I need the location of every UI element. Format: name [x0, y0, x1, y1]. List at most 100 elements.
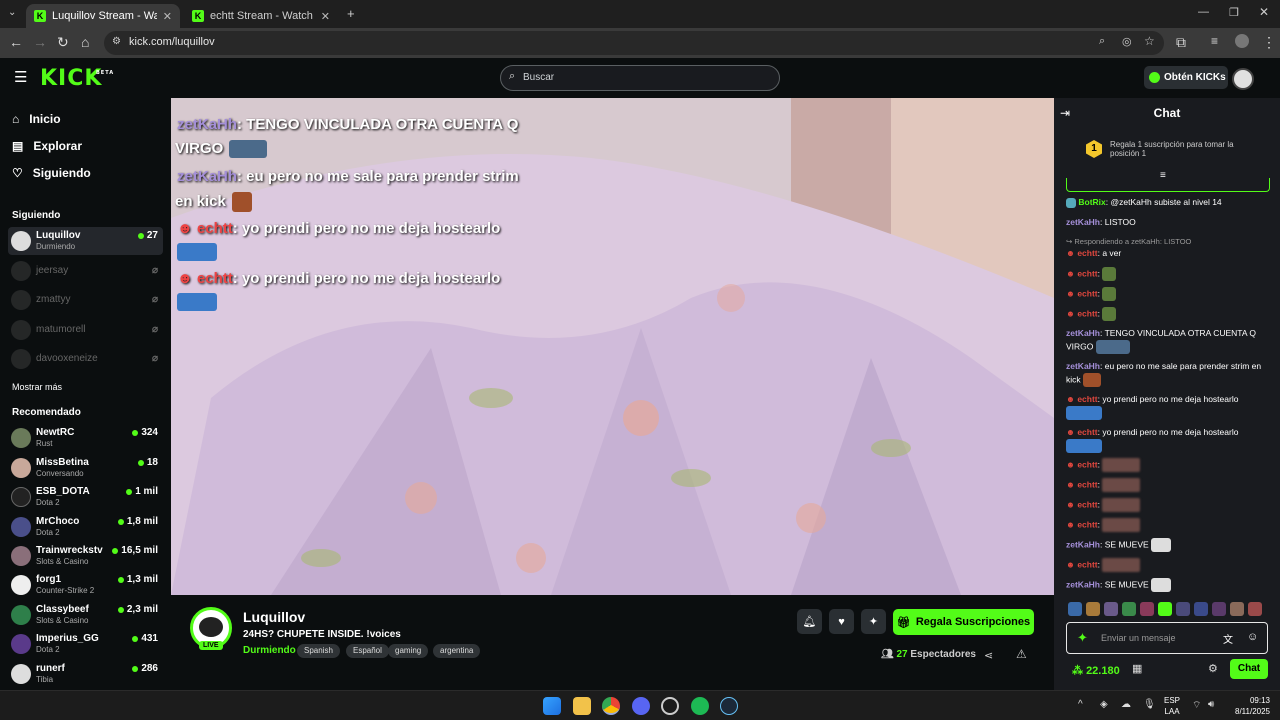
system-clock[interactable]: 09:13 8/11/2025	[1226, 695, 1270, 717]
recommended-channel[interactable]: MissBetina Conversando 18	[8, 454, 163, 482]
tab-search-icon[interactable]: ⌄	[8, 7, 16, 18]
following-channel-davooxeneize[interactable]: davooxeneize ⌀	[8, 345, 163, 373]
recommended-channel[interactable]: Trainwreckstv Slots & Casino 16,5 mil	[8, 542, 163, 570]
kicks-balance[interactable]: ⁂ 22.180	[1072, 664, 1120, 677]
nav-explorar[interactable]: ▤ Explorar	[12, 139, 82, 153]
zoom-icon[interactable]: ⌕	[1099, 35, 1105, 48]
chat-message-input[interactable]: ✦ Enviar un mensaje 文 ☺	[1066, 622, 1268, 654]
stream-category[interactable]: Durmiendo	[243, 645, 296, 656]
kick-logo[interactable]: KICK BETA	[40, 66, 113, 91]
chat-user[interactable]: echtt	[1077, 268, 1097, 278]
show-more-link[interactable]: Mostrar más	[12, 382, 62, 392]
extensions-icon[interactable]: ⧉	[1176, 34, 1186, 51]
gift-subscriptions-button[interactable]: 🎁︎ Regala Suscripciones	[893, 609, 1034, 635]
follow-button[interactable]: ♥	[829, 609, 854, 634]
recommended-channel[interactable]: MrChoco Dota 2 1,8 mil	[8, 513, 163, 541]
tracking-off-icon[interactable]: ◎	[1122, 35, 1132, 48]
emote-icon[interactable]	[1230, 602, 1244, 616]
settings-icon[interactable]: ⚙	[1208, 662, 1218, 675]
chat-user[interactable]: zetKaHh	[1066, 579, 1100, 589]
store-icon[interactable]: ▦	[1132, 662, 1142, 675]
report-icon[interactable]: ⚠	[1016, 647, 1027, 661]
minimize-icon[interactable]: —	[1198, 6, 1209, 18]
tab-echtt[interactable]: K echtt Stream - Watch Live on K ✕	[184, 4, 338, 28]
chat-user[interactable]: echtt	[1077, 459, 1097, 469]
recommended-channel[interactable]: Imperius_GG Dota 2 431	[8, 630, 163, 658]
user-avatar[interactable]	[1232, 68, 1254, 90]
search-input[interactable]: ⌕ Buscar	[500, 65, 780, 91]
chat-user[interactable]: BotRix	[1078, 197, 1105, 207]
recommended-channel[interactable]: runerf Tibia 286	[8, 660, 163, 688]
channel-name[interactable]: Luquillov	[243, 609, 305, 625]
emote-icon[interactable]	[1122, 602, 1136, 616]
chat-user[interactable]: zetKaHh	[1066, 361, 1100, 371]
recommended-channel[interactable]: ESB_DOTA Dota 2 1 mil	[8, 483, 163, 511]
microphone-icon[interactable]: 🎙︎	[1143, 699, 1156, 710]
emoji-icon[interactable]: ☺	[1247, 631, 1258, 643]
discord-icon[interactable]	[632, 697, 650, 715]
emote-icon[interactable]	[1212, 602, 1226, 616]
profile-avatar[interactable]	[1235, 34, 1249, 48]
following-channel-jeersay[interactable]: jeersay ⌀	[8, 257, 163, 285]
url-text[interactable]: kick.com/luquillov	[129, 36, 215, 48]
chat-user[interactable]: echtt	[1077, 559, 1097, 569]
share-icon[interactable]: ⋖	[984, 649, 993, 662]
onedrive-icon[interactable]: ☁	[1121, 699, 1131, 710]
emote-icon[interactable]	[1158, 602, 1172, 616]
media-control-icon[interactable]: ≡	[1211, 34, 1218, 48]
spotify-icon[interactable]	[691, 697, 709, 715]
send-chat-button[interactable]: Chat	[1230, 659, 1268, 679]
emote-icon[interactable]	[1248, 602, 1262, 616]
highlight-button[interactable]: ✦	[861, 609, 886, 634]
reload-icon[interactable]: ↻	[57, 34, 69, 51]
steam-icon[interactable]	[720, 697, 738, 715]
chat-user[interactable]: echtt	[1077, 427, 1097, 437]
restore-icon[interactable]: ❐	[1229, 6, 1239, 19]
browser-menu-icon[interactable]: ⋮	[1262, 34, 1276, 51]
close-tab-icon[interactable]: ✕	[163, 10, 172, 23]
emote-icon[interactable]	[1086, 602, 1100, 616]
settings-app-icon[interactable]	[661, 697, 679, 715]
recommended-channel[interactable]: Classybeef Slots & Casino 2,3 mil	[8, 601, 163, 629]
following-channel-matumorell[interactable]: matumorell ⌀	[8, 316, 163, 344]
file-explorer-icon[interactable]	[573, 697, 591, 715]
emote-icon[interactable]	[1104, 602, 1118, 616]
tag-espanol[interactable]: Español	[346, 644, 389, 658]
back-icon[interactable]: ←	[9, 34, 23, 50]
following-channel-luquillov[interactable]: Luquillov Durmiendo 27	[8, 227, 163, 255]
emote-icon[interactable]	[1176, 602, 1190, 616]
emote-icon[interactable]	[1194, 602, 1208, 616]
tray-app-icon[interactable]: ◈	[1100, 699, 1108, 710]
omnibox[interactable]: ⚙ kick.com/luquillov ⌕ ◎ ☆	[104, 31, 1164, 55]
start-windows-icon[interactable]	[543, 697, 561, 715]
tag-spanish[interactable]: Spanish	[297, 644, 340, 658]
notification-bell-button[interactable]: 🔔︎	[797, 609, 822, 634]
volume-icon[interactable]: 🔊︎	[1208, 699, 1214, 710]
close-window-icon[interactable]: ✕	[1259, 5, 1269, 19]
chat-user[interactable]: echtt	[1077, 288, 1097, 298]
input-language[interactable]: ESP LAA	[1160, 695, 1184, 717]
emote-icon[interactable]	[1068, 602, 1082, 616]
tag-gaming[interactable]: gaming	[388, 644, 429, 658]
translate-icon[interactable]: 文	[1223, 631, 1233, 646]
chat-user[interactable]: zetKaHh	[1066, 328, 1100, 338]
chat-user[interactable]: echtt	[1077, 394, 1097, 404]
tab-luquillov[interactable]: K Luquillov Stream - Watch Live o ✕	[26, 4, 180, 28]
nav-inicio[interactable]: ⌂ Inicio	[12, 112, 61, 126]
chat-user[interactable]: echtt	[1077, 479, 1097, 489]
bookmark-star-icon[interactable]: ☆	[1144, 34, 1155, 48]
emote-icon[interactable]	[1140, 602, 1154, 616]
chat-user[interactable]: zetKaHh	[1066, 217, 1100, 227]
forward-icon[interactable]: →	[33, 34, 47, 50]
wifi-icon[interactable]: ⌔	[1192, 699, 1201, 712]
home-icon[interactable]: ⌂	[81, 34, 89, 50]
nav-siguiendo[interactable]: ♡ Siguiendo	[12, 166, 91, 180]
site-info-icon[interactable]: ⚙	[112, 36, 121, 47]
following-channel-zmattyy[interactable]: zmattyy ⌀	[8, 286, 163, 314]
sparkle-icon[interactable]: ✦	[1077, 630, 1088, 646]
hamburger-menu-icon[interactable]: ☰	[14, 68, 27, 86]
video-player[interactable]: zetKaHh: TENGO VINCULADA OTRA CUENTA Q V…	[171, 98, 1054, 595]
close-tab-icon[interactable]: ✕	[321, 10, 330, 23]
chat-user[interactable]: echtt	[1077, 308, 1097, 318]
new-tab-icon[interactable]: +	[347, 6, 355, 21]
